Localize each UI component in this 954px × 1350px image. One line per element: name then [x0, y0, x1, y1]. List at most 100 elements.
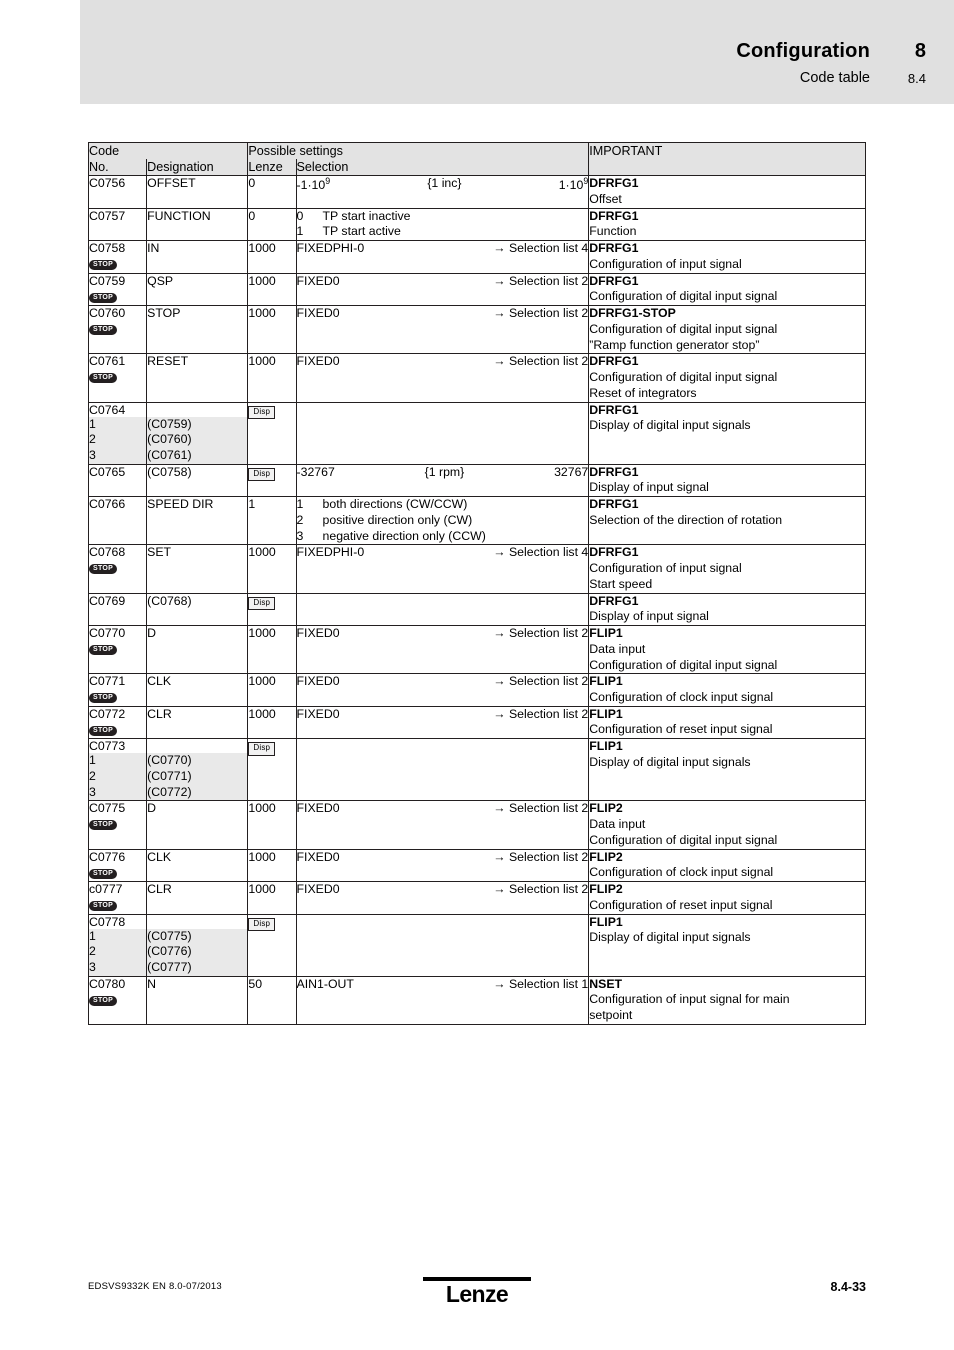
important-cell: DFRFG1 Selection of the direction of rota… [588, 496, 866, 546]
lenze-cell: 1000 [247, 705, 297, 740]
designation-cell: D [146, 625, 249, 675]
designation-cell: D [146, 800, 249, 850]
option-text: both directions (CW/CCW) [322, 497, 468, 512]
selection-source: FIXED0 [296, 626, 340, 641]
code-number: C0756 [89, 176, 126, 191]
important-title: DFRFG1 [589, 497, 639, 512]
selection-config: FIXED0 → Selection list 2 [297, 274, 589, 290]
selection-max-exponent: 9 [583, 176, 589, 187]
designation-text: QSP [147, 273, 174, 288]
col-header-important: IMPORTANT [588, 141, 866, 177]
selection-config: FIXEDPHI-0 → Selection list 4 [297, 241, 589, 257]
option-index: 1 [296, 497, 304, 512]
subindex-cell: 1 [87, 928, 148, 945]
disp-badge: Disp [248, 405, 276, 419]
code-cell: C0759 STOP [87, 272, 148, 307]
table-row: C0769 (C0768) Disp DFRFG1 Display of input … [87, 592, 866, 627]
stop-badge: STOP [89, 260, 118, 271]
important-cell: DFRFG1 Function [588, 207, 866, 242]
important-title: FLIP1 [589, 626, 623, 641]
designation-text: STOP [147, 306, 181, 321]
important-line: Display of digital input signals [589, 418, 751, 433]
subcode-cell: (C0776) [146, 944, 249, 960]
subindex-cell: 3 [87, 960, 148, 977]
option-index: 2 [296, 512, 304, 527]
designation-text: D [147, 801, 157, 816]
table-row: C0756 OFFSET 0 -1·109 {1 inc} 1·109 DFRFG1 Offs… [87, 175, 866, 209]
designation-cell: STOP [146, 305, 249, 355]
selection-step: {1 rpm} [424, 464, 465, 479]
code-number: C0768 [89, 545, 126, 560]
stop-badge: STOP [89, 564, 118, 575]
important-title: DFRFG1 [589, 593, 639, 608]
important-cell: FLIP2 Configuration of clock input signal [588, 848, 866, 883]
code-table-body: Code Possible settings IMPORTANT No. Designa… [87, 141, 866, 1025]
selection-cell [295, 401, 590, 465]
selection-list-ref: → Selection list 2 [493, 882, 589, 897]
lenze-cell: Disp [247, 463, 297, 498]
table-header-row-1: Code Possible settings IMPORTANT [87, 141, 866, 177]
selection-list-ref: → Selection list 1 [493, 976, 589, 991]
option-text: TP start active [322, 224, 401, 239]
selection-cell: FIXED0 → Selection list 2 [295, 800, 590, 850]
designation-text: SPEED DIR [147, 497, 214, 512]
subcode-cell: (C0761) [146, 447, 249, 465]
lenze-default-value: 1000 [248, 674, 276, 689]
selection-cell: FIXED0 → Selection list 2 [295, 673, 590, 707]
lenze-cell: 1000 [247, 848, 297, 883]
designation-cell: CLK [146, 848, 249, 883]
code-cell: C0771 STOP [87, 673, 148, 707]
lenze-default-value: 1000 [248, 545, 276, 560]
selection-options: 0 TP start inactive 1 TP start active [297, 209, 589, 240]
selection-list-ref: → Selection list 4 [493, 545, 589, 560]
code-cell: C0766 [87, 496, 148, 546]
code-number: C0758 [89, 241, 126, 256]
important-line: Configuration of digital input signal [589, 657, 778, 672]
code-cell: C0773 [87, 738, 148, 754]
lenze-cell: 1000 [247, 800, 297, 850]
lenze-default-value: 1000 [248, 354, 276, 369]
designation-cell: IN [146, 240, 249, 274]
important-cell: FLIP2 Configuration of reset input signal [588, 881, 866, 915]
selection-list-ref: → Selection list 2 [493, 706, 589, 721]
selection-option: 1 TP start active [297, 224, 589, 240]
important-line: Function [589, 224, 637, 239]
important-cell: FLIP1 Configuration of clock input signal [588, 673, 866, 707]
important-cell: DFRFG1 Offset [588, 175, 866, 209]
stop-badge: STOP [89, 693, 118, 704]
code-number: c0777 [89, 882, 123, 897]
important-line: Configuration of digital input signal [589, 832, 778, 847]
code-table-wrapper: Code Possible settings IMPORTANT No. Designa… [87, 141, 866, 1025]
subindex-cell: 2 [87, 768, 148, 785]
code-number: C0765 [89, 464, 126, 479]
designation-cell: CLR [146, 705, 249, 740]
important-title: DFRFG1 [589, 208, 639, 223]
selection-list-ref: → Selection list 2 [493, 674, 589, 689]
option-index: 1 [296, 224, 304, 239]
code-cell: c0777 STOP [87, 881, 148, 915]
code-cell: C0776 STOP [87, 848, 148, 883]
disp-badge: Disp [248, 467, 276, 482]
selection-config: FIXED0 → Selection list 2 [297, 354, 589, 370]
selection-config: FIXED0 → Selection list 2 [297, 306, 589, 322]
code-number: C0776 [89, 849, 126, 864]
selection-cell: AIN1-OUT → Selection list 1 [295, 975, 590, 1025]
option-text: negative direction only (CCW) [322, 528, 486, 543]
table-row: C0770 STOP D 1000 FIXED0 → Selection list 2 FL… [87, 625, 866, 675]
lenze-default-value: 1000 [248, 241, 276, 256]
important-cell: DFRFG1 Configuration of digital input sig… [588, 353, 866, 403]
table-row: C0773 Disp FLIP1 Display of digital input … [87, 738, 866, 802]
important-cell: FLIP2 Data input Configuration of digital … [588, 800, 866, 850]
code-number: C0771 [89, 674, 126, 689]
designation-cell [146, 913, 249, 929]
important-line: Configuration of clock input signal [589, 865, 774, 880]
header-white-notch [0, 0, 80, 104]
logo-text: Lenze [445, 1281, 509, 1307]
lenze-default-value: 50 [248, 976, 263, 991]
important-title: DFRFG1 [589, 273, 639, 288]
important-cell: FLIP1 Data input Configuration of digital … [588, 625, 866, 675]
selection-cell: -1·109 {1 inc} 1·109 [295, 175, 590, 209]
table-row: C0771 STOP CLK 1000 FIXED0 → Selection list 2… [87, 673, 866, 707]
option-index: 0 [296, 208, 304, 223]
important-title: FLIP1 [589, 706, 623, 721]
